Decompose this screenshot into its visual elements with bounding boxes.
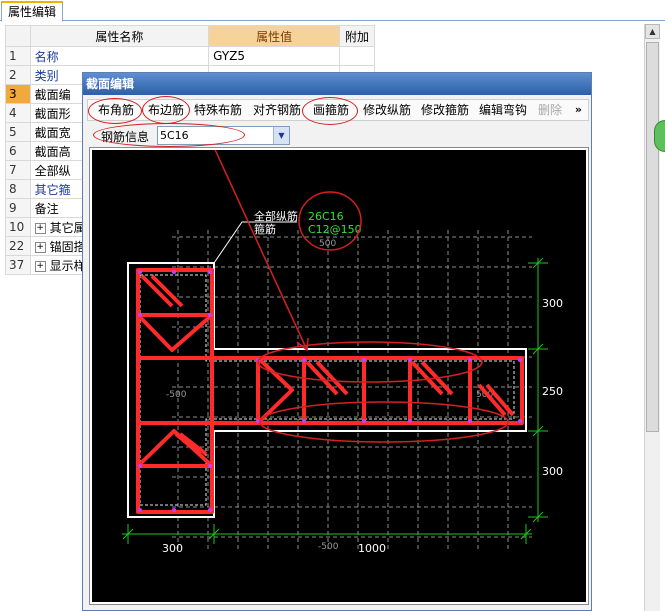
leader-value-long-rebar: 26C16	[308, 210, 344, 223]
row-number: 8	[5, 179, 31, 199]
leader-label-stirrup: 箍筋	[254, 222, 276, 236]
grid-labels: 500 -500 500 -500	[166, 239, 493, 552]
drawing-canvas[interactable]: 500 -500 500 -500 全部纵筋 箍筋 26C16 C12@150 …	[92, 129, 586, 602]
row-number: 2	[5, 65, 31, 85]
property-name-text: 截面宽	[34, 125, 71, 140]
dialog-title[interactable]: 截面编辑	[83, 73, 591, 95]
edit-hook-button[interactable]: 编辑弯钩	[479, 100, 527, 120]
align-rebar-button[interactable]: 对齐钢筋	[253, 100, 301, 120]
stirrup-outer-flange	[136, 356, 524, 425]
column-header-extra[interactable]: 附加	[339, 25, 375, 47]
right-dimension-labels: 300 250 300	[542, 297, 563, 478]
stirrups	[136, 268, 524, 514]
property-name[interactable]: 名称	[29, 46, 210, 66]
scroll-up-arrow-icon[interactable]: ▲	[645, 24, 660, 39]
property-value[interactable]: GYZ5	[208, 46, 341, 66]
dim-right-top: 300	[542, 297, 563, 310]
row-number: 22	[5, 236, 31, 256]
column-header-num	[5, 25, 31, 47]
row-number: 7	[5, 160, 31, 180]
special-rebar-button[interactable]: 特殊布筋	[194, 100, 242, 120]
annotation-ring-rebar-info	[93, 123, 245, 147]
scroll-thumb[interactable]	[646, 42, 659, 432]
property-name-text: 类别	[34, 68, 59, 83]
expand-plus-icon[interactable]: +	[34, 241, 46, 253]
leader-labels: 全部纵筋 箍筋 26C16 C12@150	[254, 209, 362, 236]
vertical-scrollbar[interactable]: ▲	[644, 24, 660, 611]
grid-label-left: -500	[166, 390, 187, 400]
row-number: 5	[5, 122, 31, 142]
column-header-value[interactable]: 属性值	[208, 25, 341, 47]
toolbar-more-icon[interactable]: »	[575, 100, 582, 120]
dim-bottom-right: 1000	[358, 542, 386, 555]
row-number: 4	[5, 103, 31, 123]
annotation-ring-draw-stirrup	[302, 97, 358, 125]
property-name-text: 锚固搭	[49, 239, 86, 254]
bottom-dimension-lines	[122, 524, 532, 544]
section-outline	[127, 262, 527, 518]
edit-long-rebar-button[interactable]: 修改纵筋	[363, 100, 411, 120]
property-name-text: 名称	[34, 49, 59, 64]
expand-plus-icon[interactable]: +	[34, 222, 46, 234]
annotation-arrow	[205, 129, 308, 351]
dim-right-middle: 250	[542, 385, 563, 398]
property-name-text: 显示样	[49, 258, 86, 273]
longitudinal-bars	[138, 270, 522, 512]
property-extra[interactable]	[339, 46, 375, 66]
row-number: 3	[5, 84, 31, 104]
user-annotations	[205, 129, 509, 443]
leader-label-long-rebar: 全部纵筋	[254, 209, 298, 223]
property-name-text: 其它箍	[34, 182, 71, 197]
row-number: 6	[5, 141, 31, 161]
expand-plus-icon[interactable]: +	[34, 260, 46, 272]
grid-label-top: 500	[319, 239, 336, 249]
property-name-text: 其它属	[49, 220, 86, 235]
table-row[interactable]: 1 名称 GYZ5	[5, 46, 375, 66]
row-number: 10	[5, 217, 31, 237]
annotation-ring-corner-rebar	[88, 98, 142, 124]
side-panel-toggle-icon[interactable]	[654, 120, 665, 152]
drawing-frame: 500 -500 500 -500 全部纵筋 箍筋 26C16 C12@150 …	[89, 129, 589, 605]
edit-stirrup-button[interactable]: 修改箍筋	[421, 100, 469, 120]
top-tab-bar: 属性编辑	[0, 0, 665, 22]
row-number: 1	[5, 46, 31, 66]
bottom-dimension-labels: 300 1000	[162, 542, 386, 555]
leader-value-stirrup: C12@150	[308, 223, 362, 236]
annotation-ring-side-rebar	[142, 96, 190, 124]
property-name-text: 备注	[34, 201, 59, 216]
property-name-text: 截面高	[34, 144, 71, 159]
section-edit-dialog: 截面编辑 布角筋 布边筋 特殊布筋 对齐钢筋 画箍筋 修改纵筋 修改箍筋 编辑弯…	[82, 72, 592, 611]
chevron-down-icon[interactable]: ▼	[273, 127, 289, 144]
grid-label-bottom: -500	[318, 542, 339, 552]
dim-right-bottom: 300	[542, 465, 563, 478]
tab-property-edit[interactable]: 属性编辑	[1, 1, 64, 22]
property-name-text: 截面编	[34, 87, 71, 102]
dim-bottom-left: 300	[162, 542, 183, 555]
column-header-name[interactable]: 属性名称	[29, 25, 210, 47]
property-name-text: 全部纵	[34, 163, 71, 178]
property-name-text: 截面形	[34, 106, 71, 121]
section-drawing[interactable]: 500 -500 500 -500 全部纵筋 箍筋 26C16 C12@150 …	[92, 129, 586, 602]
cover-line	[139, 274, 515, 506]
delete-button[interactable]: 删除	[538, 100, 562, 120]
row-number: 9	[5, 198, 31, 218]
row-number: 37	[5, 255, 31, 275]
